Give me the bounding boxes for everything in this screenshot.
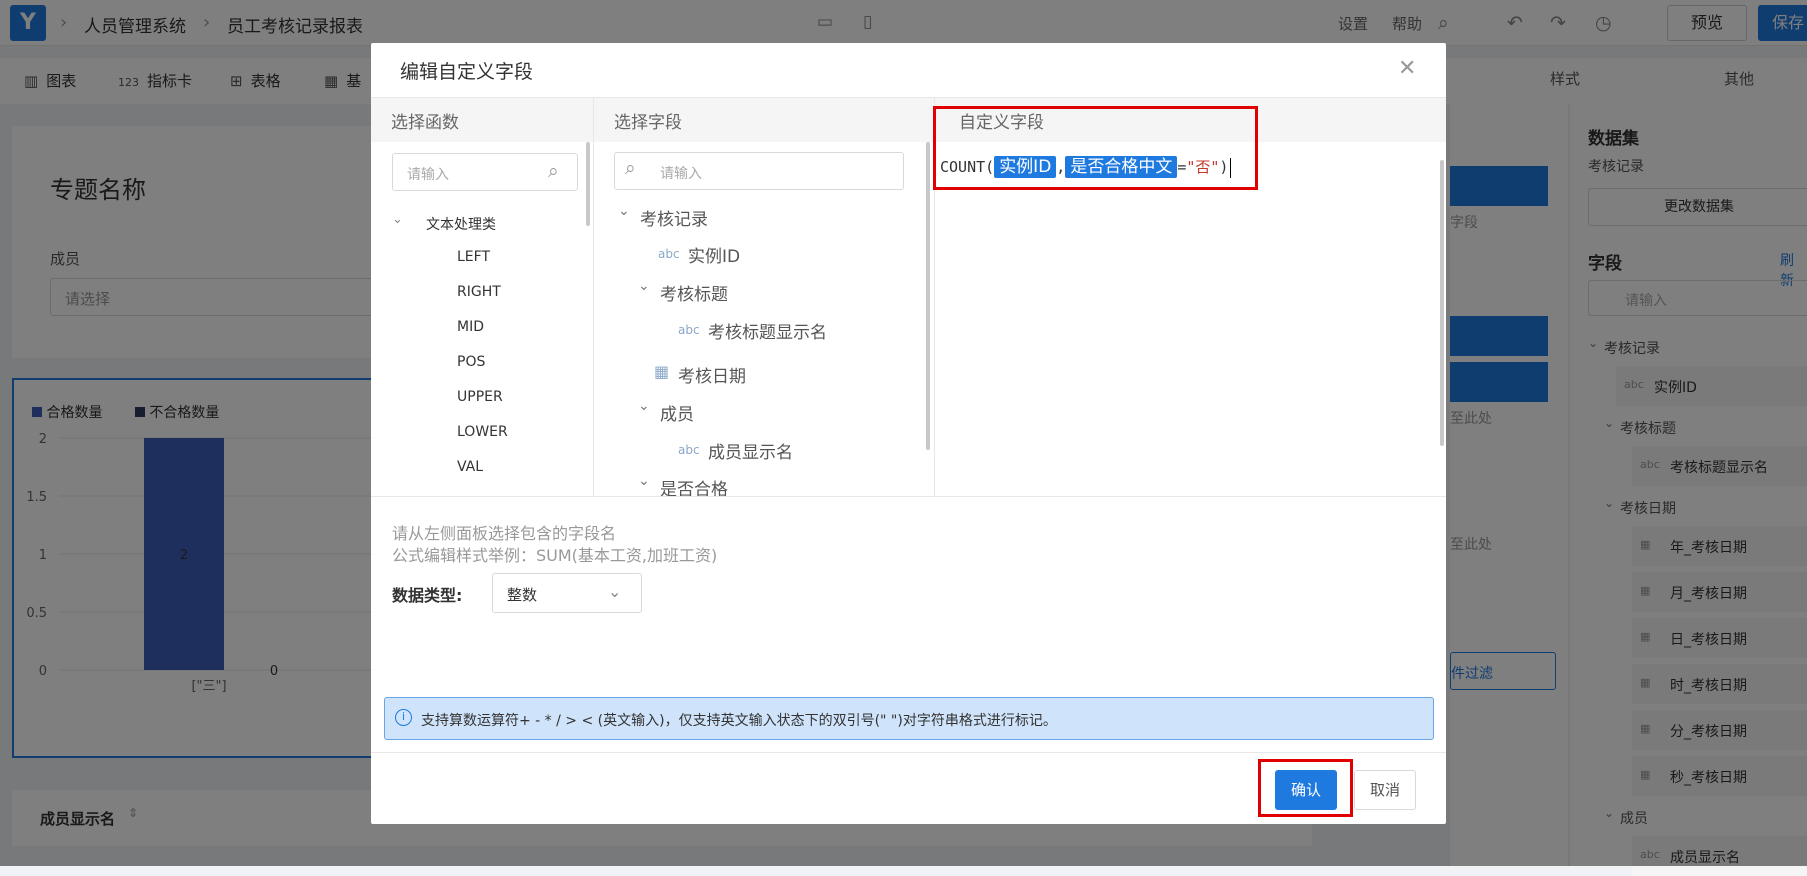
close-icon[interactable]: ✕ [1398, 56, 1416, 81]
field-tree-item[interactable]: 考核标题显示名 [708, 318, 827, 343]
info-icon: i [395, 709, 412, 726]
chevron-down-icon[interactable]: ⌄ [618, 203, 630, 219]
highlight-box [933, 106, 1258, 190]
search-icon: ⌕ [548, 160, 559, 182]
field-tree-item[interactable]: 考核标题 [660, 280, 728, 305]
function-item[interactable]: RIGHT [457, 284, 501, 300]
function-item[interactable]: POS [457, 354, 485, 370]
scrollbar[interactable] [586, 142, 590, 226]
chevron-down-icon[interactable]: ⌄ [638, 278, 650, 294]
field-tree-item[interactable]: 考核记录 [640, 205, 708, 230]
text-field-icon: abc [678, 443, 700, 457]
hint-text: 请从左侧面板选择包含的字段名 [392, 524, 617, 543]
cancel-button[interactable]: 取消 [1354, 770, 1416, 810]
highlight-box [1258, 759, 1353, 817]
function-item[interactable]: MID [457, 319, 484, 335]
function-item[interactable]: LOWER [457, 424, 508, 440]
calendar-icon: ▦ [654, 362, 670, 381]
data-type-label: 数据类型: [392, 586, 463, 605]
search-icon: ⌕ [625, 157, 636, 179]
chevron-down-icon[interactable]: ⌄ [638, 473, 650, 489]
scrollbar[interactable] [926, 142, 930, 450]
text-field-icon: abc [678, 323, 700, 337]
chevron-down-icon[interactable]: ⌄ [638, 398, 650, 414]
divider [371, 752, 1446, 753]
dialog-title: 编辑自定义字段 [400, 61, 534, 83]
fields-header: 选择字段 [594, 98, 934, 142]
field-tree-item[interactable]: 实例ID [688, 242, 740, 267]
divider [371, 496, 1446, 497]
info-banner: 支持算数运算符+ - * / > < (英文输入)，仅支持英文输入状态下的双引号… [384, 697, 1434, 740]
function-group[interactable]: 文本处理类 [426, 214, 496, 234]
field-tree-item[interactable]: 成员显示名 [708, 438, 793, 463]
field-search-input[interactable]: 请输入 [614, 152, 904, 190]
field-tree-item[interactable]: 考核日期 [678, 362, 746, 387]
divider [593, 98, 594, 496]
function-item[interactable]: UPPER [457, 389, 503, 405]
text-field-icon: abc [658, 247, 680, 261]
function-item[interactable]: VAL [457, 459, 483, 475]
hint-example: 公式编辑样式举例：SUM(基本工资,加班工资) [392, 546, 718, 565]
scrollbar[interactable] [1440, 160, 1444, 446]
chevron-down-icon[interactable]: ⌄ [392, 212, 403, 227]
functions-header: 选择函数 [371, 98, 593, 142]
function-item[interactable]: LEFT [457, 249, 490, 265]
chevron-down-icon[interactable]: ⌄ [608, 582, 621, 601]
field-tree-item[interactable]: 成员 [660, 400, 694, 425]
